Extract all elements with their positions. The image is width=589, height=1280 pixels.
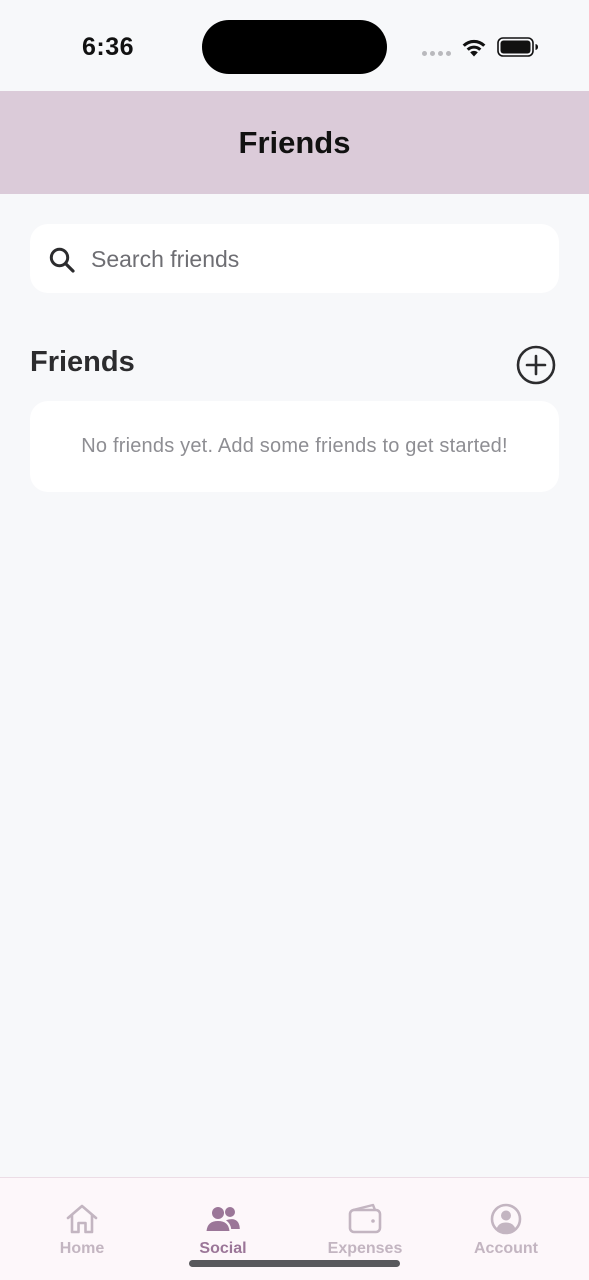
- status-bar: 6:36: [0, 0, 589, 91]
- status-time: 6:36: [82, 33, 135, 61]
- home-indicator: [189, 1260, 400, 1267]
- wallet-icon: [348, 1203, 382, 1234]
- header-bar: Friends: [0, 91, 589, 194]
- account-icon: [490, 1203, 522, 1235]
- page-title: Friends: [238, 124, 351, 160]
- signal-icon: [422, 51, 451, 56]
- battery-icon: [497, 37, 538, 57]
- tab-home[interactable]: Home: [22, 1178, 142, 1268]
- tab-social[interactable]: Social: [163, 1178, 283, 1268]
- screen: 6:36 Friends Friends No friends yet. A: [0, 0, 589, 1280]
- search-icon: [49, 247, 75, 273]
- tab-label-home: Home: [59, 1240, 105, 1257]
- wifi-icon: [462, 39, 486, 57]
- empty-state-card: No friends yet. Add some friends to get …: [30, 401, 559, 492]
- tab-expenses[interactable]: Expenses: [305, 1178, 425, 1268]
- home-icon: [66, 1204, 98, 1234]
- dynamic-island: [202, 20, 387, 74]
- search-input[interactable]: [91, 241, 531, 277]
- empty-state-message: No friends yet. Add some friends to get …: [81, 435, 508, 457]
- plus-circle-icon[interactable]: [515, 344, 557, 386]
- tab-label-social: Social: [199, 1240, 247, 1257]
- section-title-friends: Friends: [30, 346, 135, 378]
- tab-account[interactable]: Account: [446, 1178, 566, 1268]
- tab-label-account: Account: [474, 1240, 538, 1257]
- tab-label-expenses: Expenses: [327, 1240, 403, 1257]
- people-icon: [206, 1207, 240, 1231]
